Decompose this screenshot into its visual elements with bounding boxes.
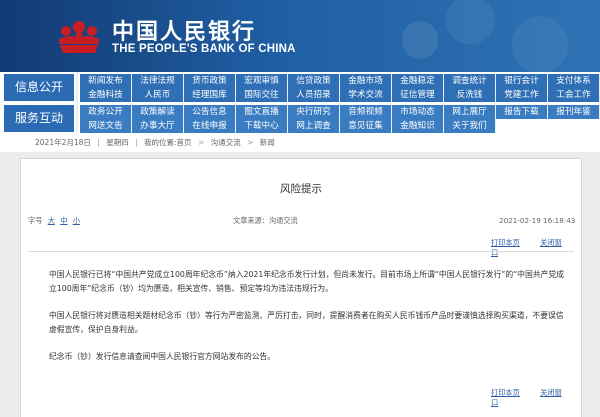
font-size-large-link[interactable]: 大 [48,216,55,225]
nav-item[interactable]: 党建工作 [496,88,548,102]
nav-item[interactable]: 人民币 [132,88,184,102]
nav-grid: 新闻发布 法律法规 货币政策 宏观审慎 信贷政策 金融市场 金融稳定 调查统计 … [80,74,600,102]
nav-item[interactable]: 图文直播 [236,105,288,119]
nav-row: 政务公开 政策解读 公告信息 图文直播 央行研究 音频视频 市场动态 网上展厅 … [80,105,600,119]
nav-item[interactable]: 金融知识 [392,119,444,133]
nav-item[interactable]: 政务公开 [80,105,132,119]
nav-item[interactable]: 金融稳定 [392,74,444,88]
nav-item[interactable]: 网送文告 [80,119,132,133]
font-size-controls: 字号 大 中 小 [28,216,80,226]
nav-item[interactable]: 在线申报 [184,119,236,133]
nav-item[interactable]: 市场动态 [392,105,444,119]
brand-title-en: THE PEOPLE'S BANK OF CHINA [112,43,296,55]
article-title: 风险提示 [280,183,322,195]
breadcrumb-current[interactable]: 新闻 [260,134,275,152]
nav-item[interactable]: 金融市场 [340,74,392,88]
article-paragraph: 中国人民银行已将“中国共产党成立100周年纪念币”纳入2021年纪念币发行计划，… [49,270,564,293]
nav-group-label[interactable]: 信息公开 [4,74,74,101]
nav-item[interactable]: 国际交往 [236,88,288,102]
nav-group-info-disclosure: 信息公开 新闻发布 法律法规 货币政策 宏观审慎 信贷政策 金融市场 金融稳定 … [0,72,600,103]
breadcrumb-date: 2021年2月18日 [35,138,91,147]
article-source: 文章来源：沟通交流 [233,216,298,225]
nav-item[interactable]: 网上展厅 [444,105,496,119]
article-divider [28,251,574,252]
nav-item[interactable]: 反洗钱 [444,88,496,102]
nav-item[interactable]: 意见征集 [340,119,392,133]
nav-item[interactable]: 宏观审慎 [236,74,288,88]
nav-group-service-interaction: 服务互动 政务公开 政策解读 公告信息 图文直播 央行研究 音频视频 市场动态 … [0,103,600,134]
main-navigation: 信息公开 新闻发布 法律法规 货币政策 宏观审慎 信贷政策 金融市场 金融稳定 … [0,72,600,134]
pboc-logo-icon[interactable] [54,17,104,57]
font-size-label: 字号 [28,216,43,225]
brand-title-cn: 中国人民银行 [112,19,257,45]
nav-row: 网送文告 办事大厅 在线申报 下载中心 网上调查 意见征集 金融知识 关于我们 [80,119,600,133]
nav-item[interactable]: 公告信息 [184,105,236,119]
nav-item[interactable]: 报告下载 [496,105,548,119]
nav-item[interactable]: 银行会计 [496,74,548,88]
nav-group-label[interactable]: 服务互动 [4,105,74,132]
print-page-link[interactable]: 打印本页 [491,238,520,247]
breadcrumb: 2021年2月18日 | 星期四 | 我的位置:首页 > 沟通交流 > 新闻 [35,134,275,152]
article-actions-bottom: 打印本页 关闭窗口 [491,388,581,408]
site-header: 中国人民银行 THE PEOPLE'S BANK OF CHINA [0,0,600,72]
nav-item[interactable]: 下载中心 [236,119,288,133]
nav-grid: 政务公开 政策解读 公告信息 图文直播 央行研究 音频视频 市场动态 网上展厅 … [80,105,600,133]
breadcrumb-location[interactable]: 我的位置:首页 [144,134,192,152]
nav-item[interactable]: 金融科技 [80,88,132,102]
font-size-medium-link[interactable]: 中 [60,216,67,225]
nav-item[interactable]: 新闻发布 [80,74,132,88]
nav-item[interactable]: 音频视频 [340,105,392,119]
breadcrumb-separator: > [247,138,254,147]
nav-item[interactable]: 央行研究 [288,105,340,119]
article-datetime: 2021-02-19 16:18:43 [499,216,576,225]
nav-separator [76,103,78,134]
nav-item[interactable]: 学术交流 [340,88,392,102]
nav-item[interactable]: 关于我们 [444,119,496,133]
nav-item[interactable]: 货币政策 [184,74,236,88]
nav-item[interactable]: 工会工作 [548,88,600,102]
nav-item[interactable]: 法律法规 [132,74,184,88]
article-paragraph: 中国人民银行将对赝造相关题材纪念币（钞）等行为严密监测、严厉打击，同时，提醒消费… [49,311,564,334]
nav-item[interactable]: 报刊年鉴 [548,105,600,119]
nav-item[interactable]: 调查统计 [444,74,496,88]
nav-item[interactable]: 经理国库 [184,88,236,102]
breadcrumb-separator: | [135,138,138,147]
nav-item[interactable]: 办事大厅 [132,119,184,133]
breadcrumb-separator: | [97,138,100,147]
nav-item[interactable]: 支付体系 [548,74,600,88]
article-card: 风险提示 字号 大 中 小 文章来源：沟通交流 2021-02-19 16:18… [20,158,582,417]
nav-separator [76,72,78,103]
breadcrumb-section[interactable]: 沟通交流 [211,134,241,152]
article-actions-top: 打印本页 关闭窗口 [491,238,581,258]
nav-item[interactable]: 网上调查 [288,119,340,133]
font-size-small-link[interactable]: 小 [73,216,80,225]
article-paragraph: 纪念币（钞）发行信息请查阅中国人民银行官方网站发布的公告。 [49,352,276,361]
nav-row: 新闻发布 法律法规 货币政策 宏观审慎 信贷政策 金融市场 金融稳定 调查统计 … [80,74,600,88]
print-page-link[interactable]: 打印本页 [491,388,520,397]
breadcrumb-separator: > [197,138,205,147]
nav-row: 金融科技 人民币 经理国库 国际交往 人员招录 学术交流 征信管理 反洗钱 党建… [80,88,600,102]
page: 中国人民银行 THE PEOPLE'S BANK OF CHINA 信息公开 新… [0,0,600,417]
nav-item[interactable]: 政策解读 [132,105,184,119]
nav-item[interactable]: 人员招录 [288,88,340,102]
breadcrumb-weekday: 星期四 [106,138,129,147]
nav-item[interactable]: 征信管理 [392,88,444,102]
nav-item[interactable]: 信贷政策 [288,74,340,88]
